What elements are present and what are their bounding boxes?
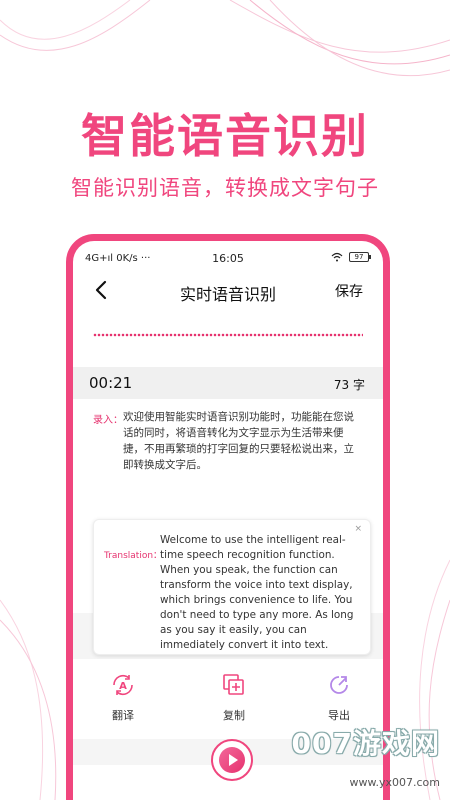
record-info-row: 00:21 73 字 — [73, 367, 383, 399]
transcript-area[interactable]: 录入： 欢迎使用智能实时语音识别功能时，功能能在您说话的同时，将语音转化为文字显… — [73, 399, 383, 655]
export-icon — [330, 676, 348, 694]
copy-label: 复制 — [223, 709, 245, 722]
nav-bar: 实时语音识别 保存 — [73, 271, 383, 311]
elapsed-time: 00:21 — [89, 374, 133, 392]
status-icons: 97 — [331, 252, 371, 262]
export-label: 导出 — [328, 709, 350, 722]
save-button[interactable]: 保存 — [335, 281, 363, 301]
svg-text:A: A — [119, 681, 127, 692]
copy-button[interactable]: 复制 — [204, 671, 264, 723]
wifi-icon — [331, 252, 343, 262]
promo-title: 智能语音识别 — [81, 109, 369, 163]
watermark-url: www.yx007.com — [349, 776, 440, 789]
status-bar: 4G+ıl 0K/s ··· 16:05 97 — [73, 241, 383, 269]
copy-icon — [223, 674, 244, 695]
transcript-label: 录入： — [93, 415, 123, 426]
watermark-logo: 007游戏网 — [291, 727, 440, 760]
translation-label: Translation： — [104, 551, 163, 561]
transcript-text[interactable]: 欢迎使用智能实时语音识别功能时，功能能在您说话的同时，将语音转化为文字显示为生活… — [123, 409, 363, 473]
audio-waveform — [93, 333, 363, 337]
translation-text: Welcome to use the intelligent real-time… — [160, 534, 354, 651]
translation-card: × Translation： Welcome to use the intell… — [93, 519, 371, 655]
promo-subtitle: 智能识别语音，转换成文字句子 — [71, 176, 379, 200]
phone-frame: 4G+ıl 0K/s ··· 16:05 97 实时语音识别 保存 00:21 … — [66, 234, 390, 800]
battery-icon: 97 — [349, 252, 371, 262]
export-button[interactable]: 导出 — [309, 671, 369, 723]
translate-button[interactable]: A 翻译 — [93, 671, 153, 723]
char-count: 73 字 — [333, 378, 365, 392]
play-icon — [219, 747, 245, 773]
translate-icon: A — [113, 674, 133, 696]
play-button[interactable] — [211, 739, 253, 781]
translate-label: 翻译 — [112, 709, 134, 722]
